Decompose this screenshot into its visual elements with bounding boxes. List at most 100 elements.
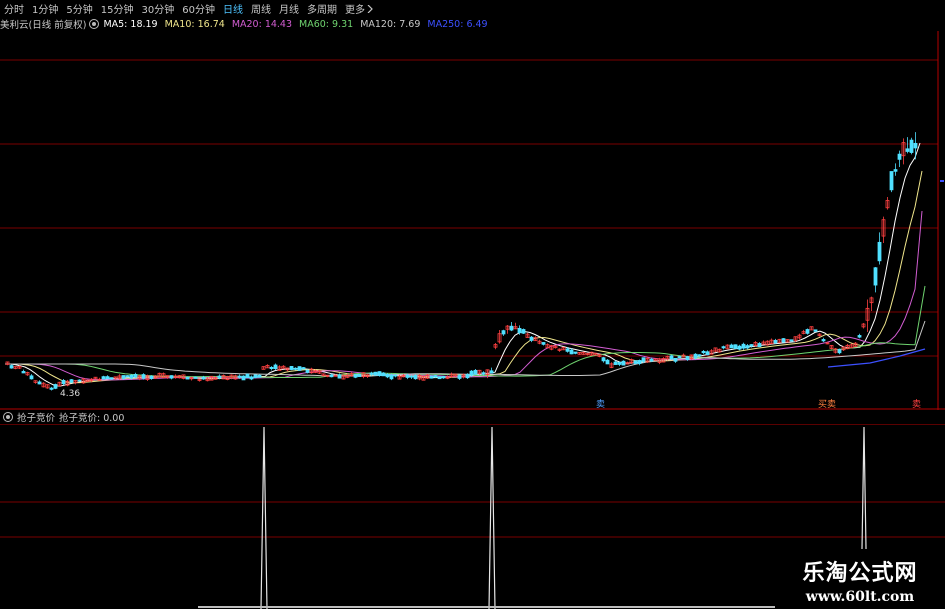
candle-body bbox=[677, 356, 682, 359]
candle-body bbox=[569, 349, 574, 355]
candle-body bbox=[489, 370, 494, 374]
sub-grid bbox=[0, 424, 945, 538]
tab-15min[interactable]: 15分钟 bbox=[97, 1, 138, 16]
candle-body bbox=[353, 374, 358, 378]
ma-line-1 bbox=[5, 170, 923, 384]
candle-body bbox=[573, 351, 578, 354]
candle-body bbox=[109, 377, 114, 380]
tab-monthly[interactable]: 月线 bbox=[275, 1, 303, 16]
candles bbox=[5, 132, 918, 391]
tab-fenshi[interactable]: 分时 bbox=[0, 1, 28, 16]
candle-body bbox=[273, 364, 278, 370]
candle-body bbox=[733, 344, 738, 349]
ma5-value: MA5: 18.19 bbox=[103, 18, 158, 30]
tab-more[interactable]: 更多 bbox=[341, 1, 377, 16]
chevron-right-icon bbox=[367, 4, 373, 13]
candle-body bbox=[105, 376, 110, 380]
candle-body bbox=[441, 376, 446, 379]
candle-body bbox=[893, 169, 898, 172]
candle-body bbox=[621, 360, 626, 366]
candle-body bbox=[413, 375, 418, 380]
candle-body bbox=[693, 353, 698, 359]
gear-icon[interactable] bbox=[89, 19, 100, 29]
candle-body bbox=[21, 371, 26, 374]
candle-body bbox=[185, 376, 190, 380]
ma60-value: MA60: 9.31 bbox=[299, 18, 354, 30]
candle-body bbox=[705, 351, 710, 356]
sub-indicator-title: 抢子竞价 bbox=[17, 413, 56, 424]
watermark-title: 乐淘公式网 bbox=[802, 561, 918, 586]
candle-body bbox=[29, 375, 34, 380]
candle-body bbox=[457, 375, 462, 379]
tab-daily[interactable]: 日线 bbox=[219, 1, 247, 16]
candle-body bbox=[217, 375, 222, 379]
candle-body bbox=[637, 360, 642, 364]
candle-body bbox=[757, 343, 762, 348]
candle-body bbox=[405, 374, 410, 378]
candle-body bbox=[669, 355, 674, 360]
candle-body bbox=[121, 375, 126, 379]
sub-indicator-value: 抢子竞价: 0.00 bbox=[59, 413, 125, 424]
candle-body bbox=[289, 366, 294, 370]
candle-body bbox=[641, 357, 646, 362]
candle-body bbox=[337, 374, 342, 379]
candle-body bbox=[237, 375, 242, 378]
candle-body bbox=[61, 379, 66, 385]
candle-body bbox=[393, 374, 398, 377]
main-kline-chart[interactable]: 4.36 卖 买卖 卖 bbox=[0, 31, 945, 410]
candle-body bbox=[301, 367, 306, 370]
candle-body bbox=[437, 376, 442, 380]
candle-body bbox=[873, 267, 878, 286]
candle-body bbox=[257, 374, 262, 378]
candle-body bbox=[381, 372, 386, 377]
candle-body bbox=[601, 357, 606, 362]
candle-body bbox=[529, 336, 534, 341]
candle-body bbox=[329, 374, 334, 378]
candle-body bbox=[297, 366, 302, 371]
candle-body bbox=[813, 329, 818, 332]
tab-multi-period[interactable]: 多周期 bbox=[303, 1, 341, 16]
candle-body bbox=[837, 348, 842, 354]
candle-body bbox=[53, 384, 58, 389]
candle-body bbox=[721, 346, 726, 349]
tab-60min[interactable]: 60分钟 bbox=[178, 1, 219, 16]
candle-body bbox=[101, 376, 106, 380]
candle-body bbox=[633, 360, 638, 364]
gear-icon[interactable] bbox=[3, 412, 13, 422]
candle-body bbox=[77, 379, 82, 382]
candle-body bbox=[429, 375, 434, 379]
ma-line-3 bbox=[5, 285, 926, 378]
candle-body bbox=[897, 153, 902, 160]
tab-5min[interactable]: 5分钟 bbox=[62, 1, 96, 16]
candle-body bbox=[293, 367, 298, 370]
tab-weekly[interactable]: 周线 bbox=[247, 1, 275, 16]
ma10-value: MA10: 16.74 bbox=[164, 18, 225, 30]
candle-body bbox=[737, 345, 742, 350]
ma250-value: MA250: 6.49 bbox=[427, 18, 488, 30]
candle-body bbox=[201, 376, 206, 380]
candle-body bbox=[409, 375, 414, 378]
signal-label-sell-1: 卖 bbox=[596, 399, 605, 410]
tab-1min[interactable]: 1分钟 bbox=[28, 1, 62, 16]
ma20-value: MA20: 14.43 bbox=[231, 18, 293, 30]
candle-body bbox=[697, 354, 702, 357]
candle-body bbox=[465, 374, 470, 379]
candle-body bbox=[69, 379, 74, 383]
candle-body bbox=[781, 338, 786, 343]
candle-body bbox=[701, 351, 706, 354]
candle-body bbox=[385, 373, 390, 378]
candle-body bbox=[773, 339, 778, 344]
signal-spike bbox=[260, 426, 268, 609]
candle-body bbox=[517, 327, 522, 334]
tab-30min[interactable]: 30分钟 bbox=[137, 1, 178, 16]
tab-more-label: 更多 bbox=[344, 5, 365, 16]
candle-body bbox=[857, 335, 862, 338]
candle-body bbox=[133, 373, 138, 378]
candle-body bbox=[129, 374, 134, 379]
candle-body bbox=[905, 148, 910, 152]
candle-body bbox=[245, 373, 250, 379]
candle-body bbox=[481, 372, 486, 375]
candle-body bbox=[749, 344, 754, 347]
candle-body bbox=[241, 375, 246, 381]
signal-label-buysell: 买卖 bbox=[818, 399, 836, 410]
